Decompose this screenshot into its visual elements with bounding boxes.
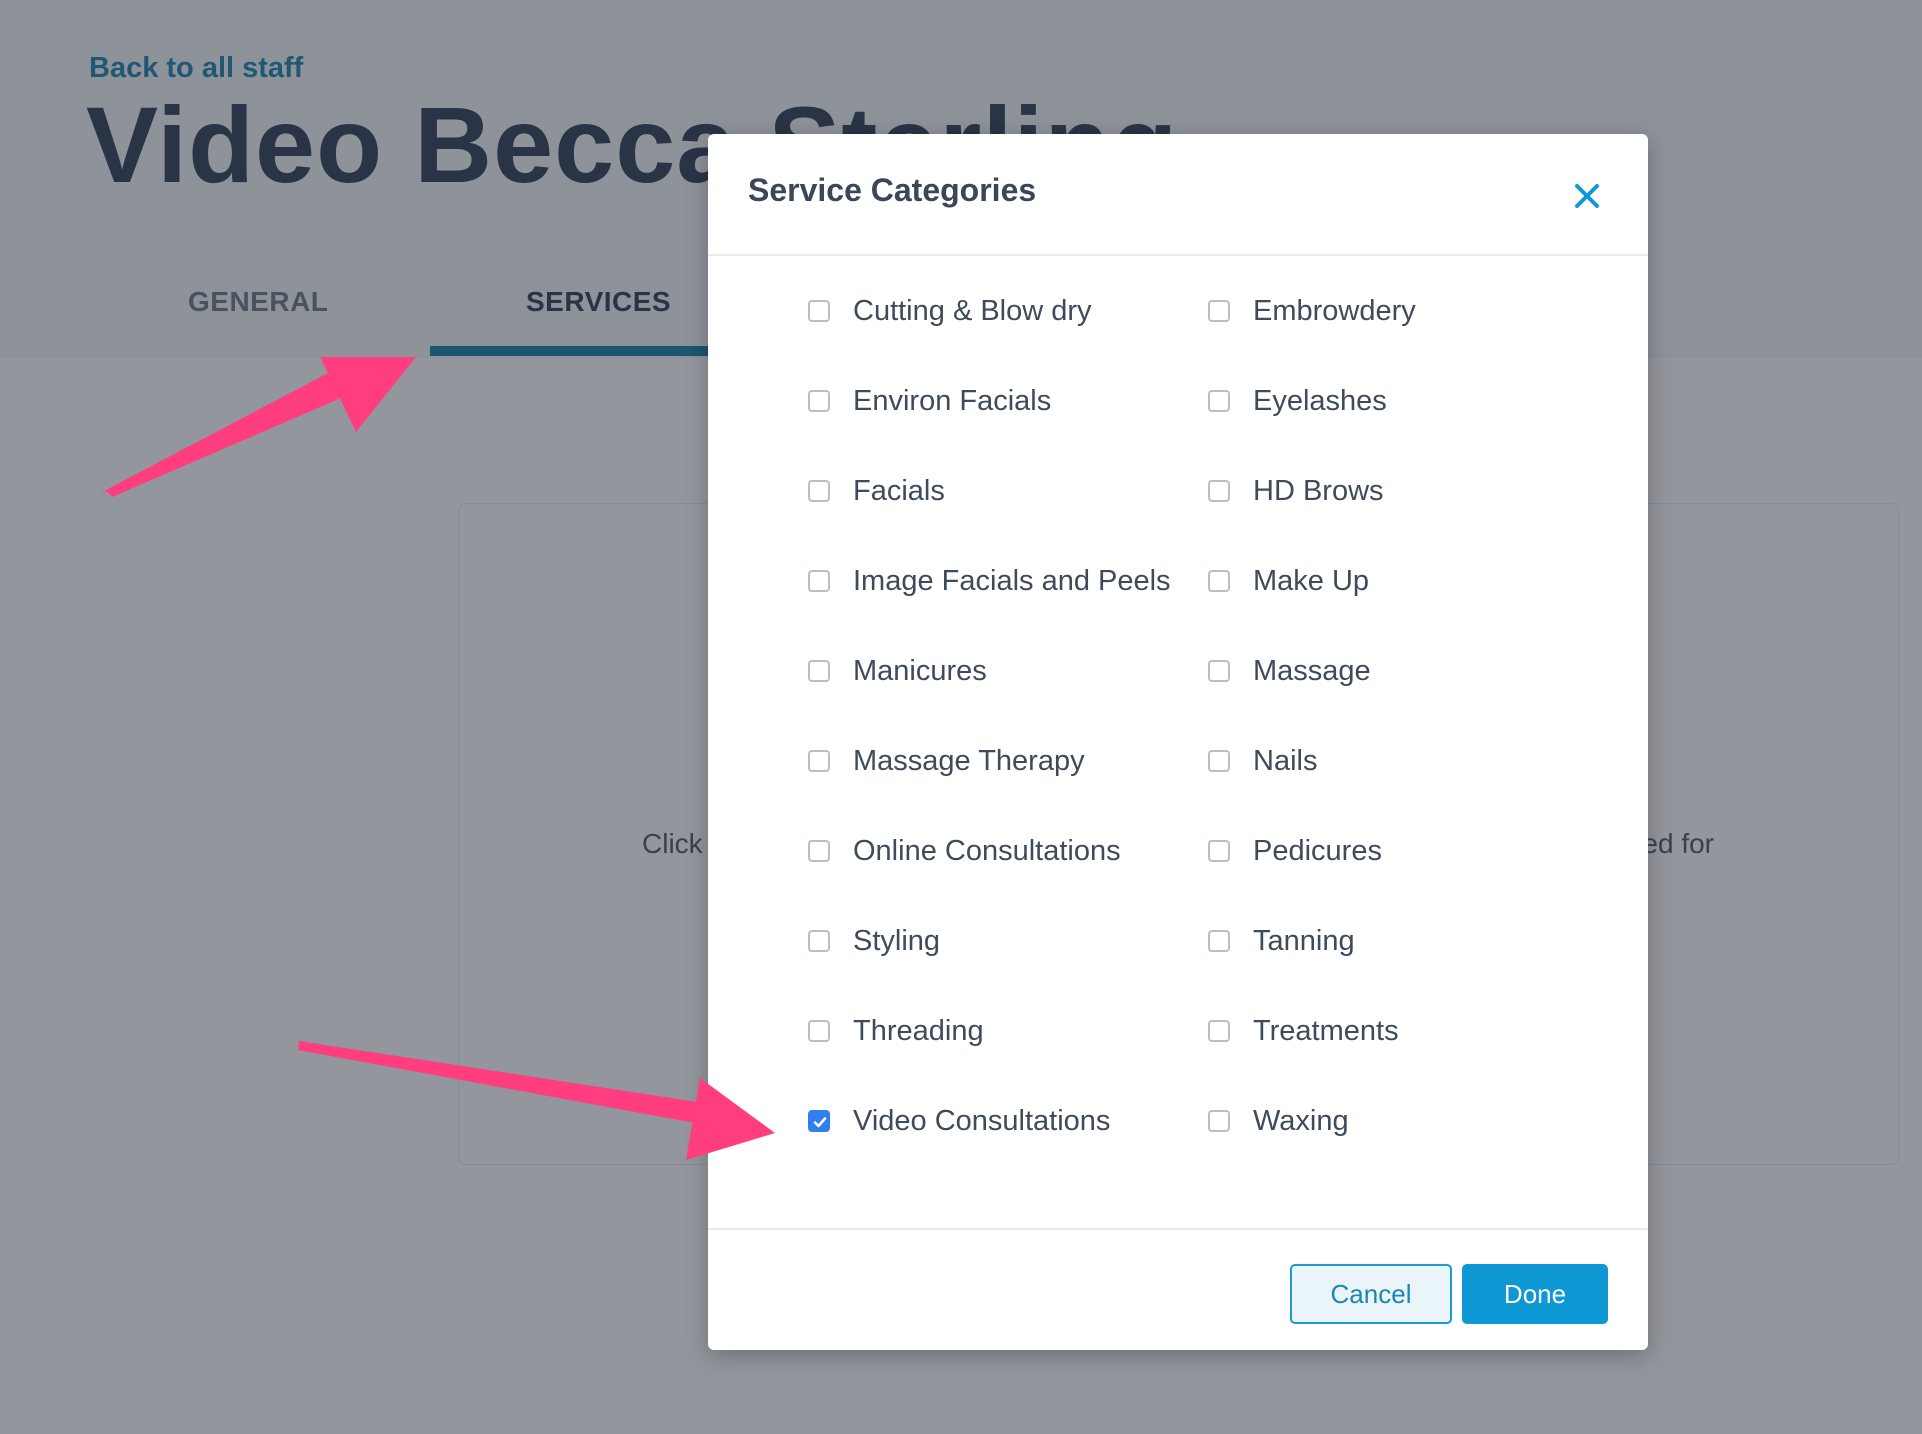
category-checkbox[interactable] xyxy=(1208,1110,1230,1132)
category-label: Styling xyxy=(853,925,941,957)
category-label: Cutting & Blow dry xyxy=(853,295,1092,327)
category-option[interactable]: Eyelashes xyxy=(1208,382,1588,422)
category-label: Threading xyxy=(853,1015,984,1047)
cancel-button[interactable]: Cancel xyxy=(1290,1264,1452,1324)
category-label: Make Up xyxy=(1253,565,1370,597)
category-checkbox[interactable] xyxy=(1208,660,1230,682)
category-checkbox[interactable] xyxy=(808,660,830,682)
category-label: Nails xyxy=(1253,745,1318,777)
category-label: Waxing xyxy=(1253,1105,1349,1137)
category-checkbox[interactable] xyxy=(1208,930,1230,952)
category-checkbox[interactable] xyxy=(808,750,830,772)
category-label: Tanning xyxy=(1253,925,1355,957)
category-option[interactable]: Massage xyxy=(1208,652,1588,692)
category-option[interactable]: Pedicures xyxy=(1208,832,1588,872)
category-option[interactable]: Waxing xyxy=(1208,1102,1588,1142)
category-checkbox[interactable] xyxy=(1208,300,1230,322)
category-checkbox[interactable] xyxy=(808,300,830,322)
category-checkbox[interactable] xyxy=(1208,390,1230,412)
category-checkbox[interactable] xyxy=(808,930,830,952)
close-button[interactable] xyxy=(1565,174,1609,218)
category-option[interactable]: Video Consultations xyxy=(808,1102,1198,1142)
category-label: HD Brows xyxy=(1253,475,1384,507)
checkmark-icon xyxy=(813,1117,827,1128)
category-option[interactable]: Embrowdery xyxy=(1208,292,1588,332)
category-label: Facials xyxy=(853,475,945,507)
close-icon xyxy=(1575,184,1599,208)
category-option[interactable]: HD Brows xyxy=(1208,472,1588,512)
category-option[interactable]: Threading xyxy=(808,1012,1198,1052)
category-checkbox[interactable] xyxy=(1208,840,1230,862)
category-checkbox[interactable] xyxy=(1208,480,1230,502)
category-options: Cutting & Blow dry Embrowdery Environ Faci… xyxy=(708,256,1648,1137)
category-label: Massage xyxy=(1253,655,1371,687)
category-checkbox[interactable] xyxy=(808,390,830,412)
category-label: Manicures xyxy=(853,655,987,687)
service-categories-modal: Service Categories Cutting & Blow dry Emb… xyxy=(708,134,1648,1350)
category-option[interactable]: Tanning xyxy=(1208,922,1588,962)
category-option[interactable]: Environ Facials xyxy=(808,382,1198,422)
category-label: Pedicures xyxy=(1253,835,1382,867)
category-option[interactable]: Massage Therapy xyxy=(808,742,1198,782)
category-label: Video Consultations xyxy=(853,1105,1111,1137)
done-button[interactable]: Done xyxy=(1462,1264,1608,1324)
modal-footer: Cancel Done xyxy=(708,1228,1648,1352)
category-option[interactable]: Cutting & Blow dry xyxy=(808,292,1198,332)
category-checkbox[interactable] xyxy=(1208,750,1230,772)
category-option[interactable]: Online Consultations xyxy=(808,832,1198,872)
category-option[interactable]: Make Up xyxy=(1208,562,1588,602)
category-option[interactable]: Facials xyxy=(808,472,1198,512)
category-label: Embrowdery xyxy=(1253,295,1416,327)
modal-header: Service Categories xyxy=(708,134,1648,256)
category-label: Eyelashes xyxy=(1253,385,1387,417)
category-option[interactable]: Styling xyxy=(808,922,1198,962)
category-checkbox[interactable] xyxy=(808,570,830,592)
category-label: Image Facials and Peels xyxy=(853,565,1171,597)
category-label: Treatments xyxy=(1253,1015,1399,1047)
category-option[interactable]: Manicures xyxy=(808,652,1198,692)
category-option[interactable]: Image Facials and Peels xyxy=(808,562,1198,602)
category-checkbox[interactable] xyxy=(808,480,830,502)
modal-title: Service Categories xyxy=(748,172,1037,208)
category-checkbox[interactable] xyxy=(808,1110,830,1132)
category-checkbox[interactable] xyxy=(808,1020,830,1042)
category-option[interactable]: Treatments xyxy=(1208,1012,1588,1052)
category-option[interactable]: Nails xyxy=(1208,742,1588,782)
category-checkbox[interactable] xyxy=(1208,1020,1230,1042)
category-label: Environ Facials xyxy=(853,385,1052,417)
category-label: Massage Therapy xyxy=(853,745,1085,777)
category-checkbox[interactable] xyxy=(1208,570,1230,592)
category-checkbox[interactable] xyxy=(808,840,830,862)
category-label: Online Consultations xyxy=(853,835,1121,867)
